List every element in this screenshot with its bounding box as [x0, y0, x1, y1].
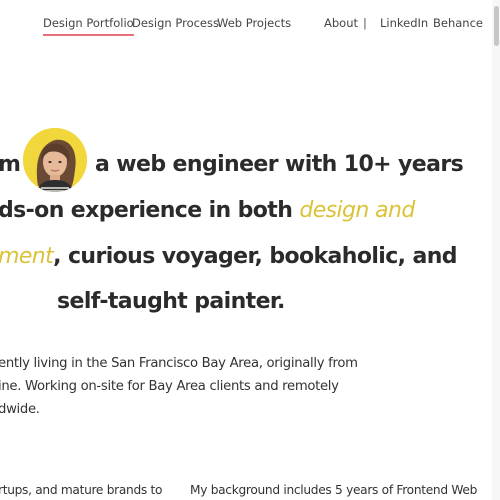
left-column-text: rtups, and mature brands to: [0, 483, 163, 497]
scrollbar[interactable]: [492, 0, 500, 500]
hero-text-fragment: , curious voyager, bookaholic, and: [53, 244, 457, 269]
nav-design-portfolio[interactable]: Design Portfolio: [43, 15, 134, 36]
nav-linkedin[interactable]: LinkedIn: [380, 15, 428, 31]
hero-line-1-start: m: [0, 150, 21, 180]
about-line-3: dwide.: [0, 402, 40, 417]
right-column-text: My background includes 5 years of Fronte…: [190, 483, 478, 497]
hero-line-3: ment, curious voyager, bookaholic, and: [0, 242, 458, 272]
nav-design-process[interactable]: Design Process: [132, 15, 219, 31]
nav-about[interactable]: About: [324, 15, 358, 31]
scrollbar-thumb[interactable]: [494, 6, 499, 46]
nav-separator: |: [363, 16, 367, 30]
profile-photo-icon: [23, 128, 87, 192]
hero-text-fragment: ds-on experience in both: [0, 198, 300, 223]
about-line-2: ine. Working on-site for Bay Area client…: [0, 379, 339, 394]
hero-accent-text: design and: [299, 198, 415, 223]
about-line-1: ently living in the San Francisco Bay Ar…: [0, 356, 358, 371]
hero-accent-text: ment: [0, 244, 54, 269]
hero-line-1: a web engineer with 10+ years: [95, 152, 464, 177]
hero-line-2: ds-on experience in both design and: [0, 196, 415, 226]
hero-line-4: self-taught painter.: [57, 289, 285, 314]
nav-behance[interactable]: Behance: [433, 15, 483, 31]
nav-web-projects[interactable]: Web Projects: [217, 15, 291, 31]
avatar: [23, 128, 87, 192]
hero-text-fragment: m: [0, 152, 21, 177]
page: Design Portfolio Design Process Web Proj…: [0, 0, 500, 500]
